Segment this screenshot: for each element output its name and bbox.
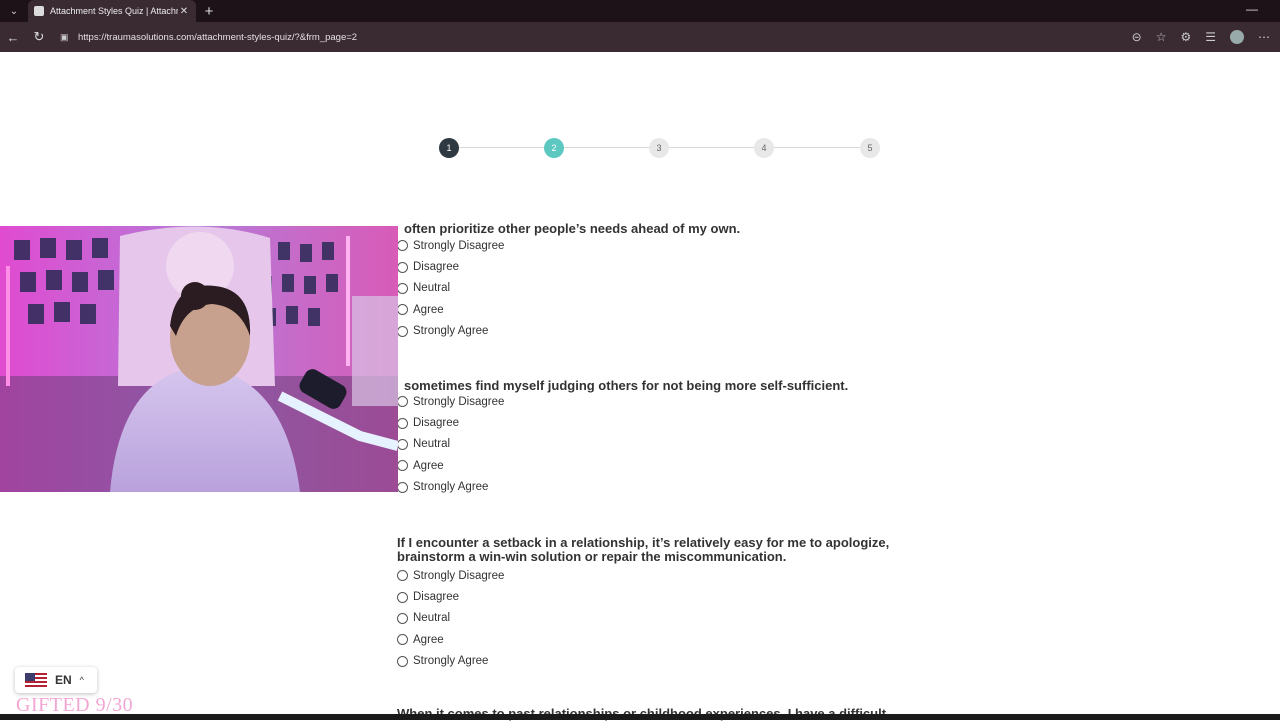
option-agree[interactable]: Agree (397, 629, 957, 650)
radio-button[interactable] (397, 396, 408, 408)
caret-up-icon: ^ (79, 675, 84, 685)
new-tab-button[interactable]: + (196, 3, 222, 20)
profile-avatar[interactable] (1230, 30, 1244, 44)
question-1: often prioritize other people’s needs ah… (397, 222, 957, 342)
reload-icon[interactable]: ↻ (26, 22, 52, 52)
tab-title: Attachment Styles Quiz | Attachm (50, 6, 178, 16)
radio-button[interactable] (397, 304, 408, 316)
radio-button[interactable] (397, 438, 408, 450)
taskbar-edge (0, 714, 1280, 720)
back-arrow-icon[interactable]: ← (0, 22, 26, 52)
radio-button[interactable] (397, 591, 408, 603)
question-text-line-1: If I encounter a setback in a relationsh… (397, 535, 890, 550)
favicon-icon (34, 6, 44, 16)
option-strongly-disagree[interactable]: Strongly Disagree (397, 565, 957, 586)
option-disagree[interactable]: Disagree (397, 256, 957, 277)
browser-tab-bar: ⌄ Attachment Styles Quiz | Attachm ✕ + — (0, 0, 1280, 22)
favorites-list-icon[interactable]: ☰ (1205, 30, 1216, 44)
radio-button[interactable] (397, 325, 408, 337)
question-2: sometimes find myself judging others for… (397, 379, 957, 498)
browser-toolbar-icons: ⊝ ☆ ⚙ ☰ ⋯ (1132, 22, 1270, 52)
option-strongly-disagree[interactable]: Strongly Disagree (397, 391, 957, 412)
question-text: often prioritize other people’s needs ah… (404, 221, 741, 236)
options-group: Strongly Disagree Disagree Neutral Agree… (397, 235, 957, 342)
browser-tab[interactable]: Attachment Styles Quiz | Attachm ✕ (28, 0, 196, 22)
browser-address-bar: ← ↻ ▣ https://traumasolutions.com/attach… (0, 22, 1280, 52)
option-disagree[interactable]: Disagree (397, 412, 957, 433)
close-tab-icon[interactable]: ✕ (178, 6, 190, 17)
option-strongly-agree[interactable]: Strongly Agree (397, 321, 957, 342)
radio-button[interactable] (397, 417, 408, 429)
step-1[interactable]: 1 (439, 138, 459, 158)
url-field[interactable]: ▣ https://traumasolutions.com/attachment… (52, 26, 1142, 48)
option-strongly-disagree[interactable]: Strongly Disagree (397, 235, 957, 256)
radio-button[interactable] (397, 570, 408, 582)
radio-button[interactable] (397, 481, 408, 493)
option-neutral[interactable]: Neutral (397, 608, 957, 629)
lock-icon: ▣ (60, 32, 69, 42)
option-agree[interactable]: Agree (397, 455, 957, 476)
language-selector[interactable]: EN ^ (15, 667, 97, 693)
step-2[interactable]: 2 (544, 138, 564, 158)
language-code: EN (55, 673, 72, 687)
radio-button[interactable] (397, 261, 408, 273)
quiz-progress-stepper: 1 2 3 4 5 (439, 138, 881, 158)
step-5: 5 (860, 138, 880, 158)
question-3: If I encounter a setback in a relationsh… (397, 536, 957, 672)
option-agree[interactable]: Agree (397, 299, 957, 320)
minimize-window-icon[interactable]: — (1246, 2, 1258, 16)
extensions-icon[interactable]: ⚙ (1180, 30, 1191, 44)
radio-button[interactable] (397, 282, 408, 294)
options-group: Strongly Disagree Disagree Neutral Agree… (397, 565, 957, 672)
option-disagree[interactable]: Disagree (397, 586, 957, 607)
option-strongly-agree[interactable]: Strongly Agree (397, 477, 957, 498)
more-menu-icon[interactable]: ⋯ (1258, 30, 1270, 44)
option-strongly-agree[interactable]: Strongly Agree (397, 651, 957, 672)
radio-button[interactable] (397, 612, 408, 624)
reading-mode-icon[interactable]: ⊝ (1132, 30, 1142, 44)
url-text: https://traumasolutions.com/attachment-s… (78, 31, 358, 43)
radio-button[interactable] (397, 634, 408, 646)
radio-button[interactable] (397, 240, 408, 252)
question-text-line-2: brainstorm a win-win solution or repair … (397, 549, 787, 564)
webcam-image (0, 226, 398, 492)
favorite-star-icon[interactable]: ☆ (1156, 30, 1167, 44)
us-flag-icon (25, 673, 47, 687)
step-4: 4 (754, 138, 774, 158)
radio-button[interactable] (397, 460, 408, 472)
option-neutral[interactable]: Neutral (397, 434, 957, 455)
option-neutral[interactable]: Neutral (397, 278, 957, 299)
tab-list-chevron-icon[interactable]: ⌄ (0, 0, 28, 22)
webcam-overlay (0, 226, 398, 492)
step-3: 3 (649, 138, 669, 158)
options-group: Strongly Disagree Disagree Neutral Agree… (397, 391, 957, 498)
radio-button[interactable] (397, 655, 408, 667)
